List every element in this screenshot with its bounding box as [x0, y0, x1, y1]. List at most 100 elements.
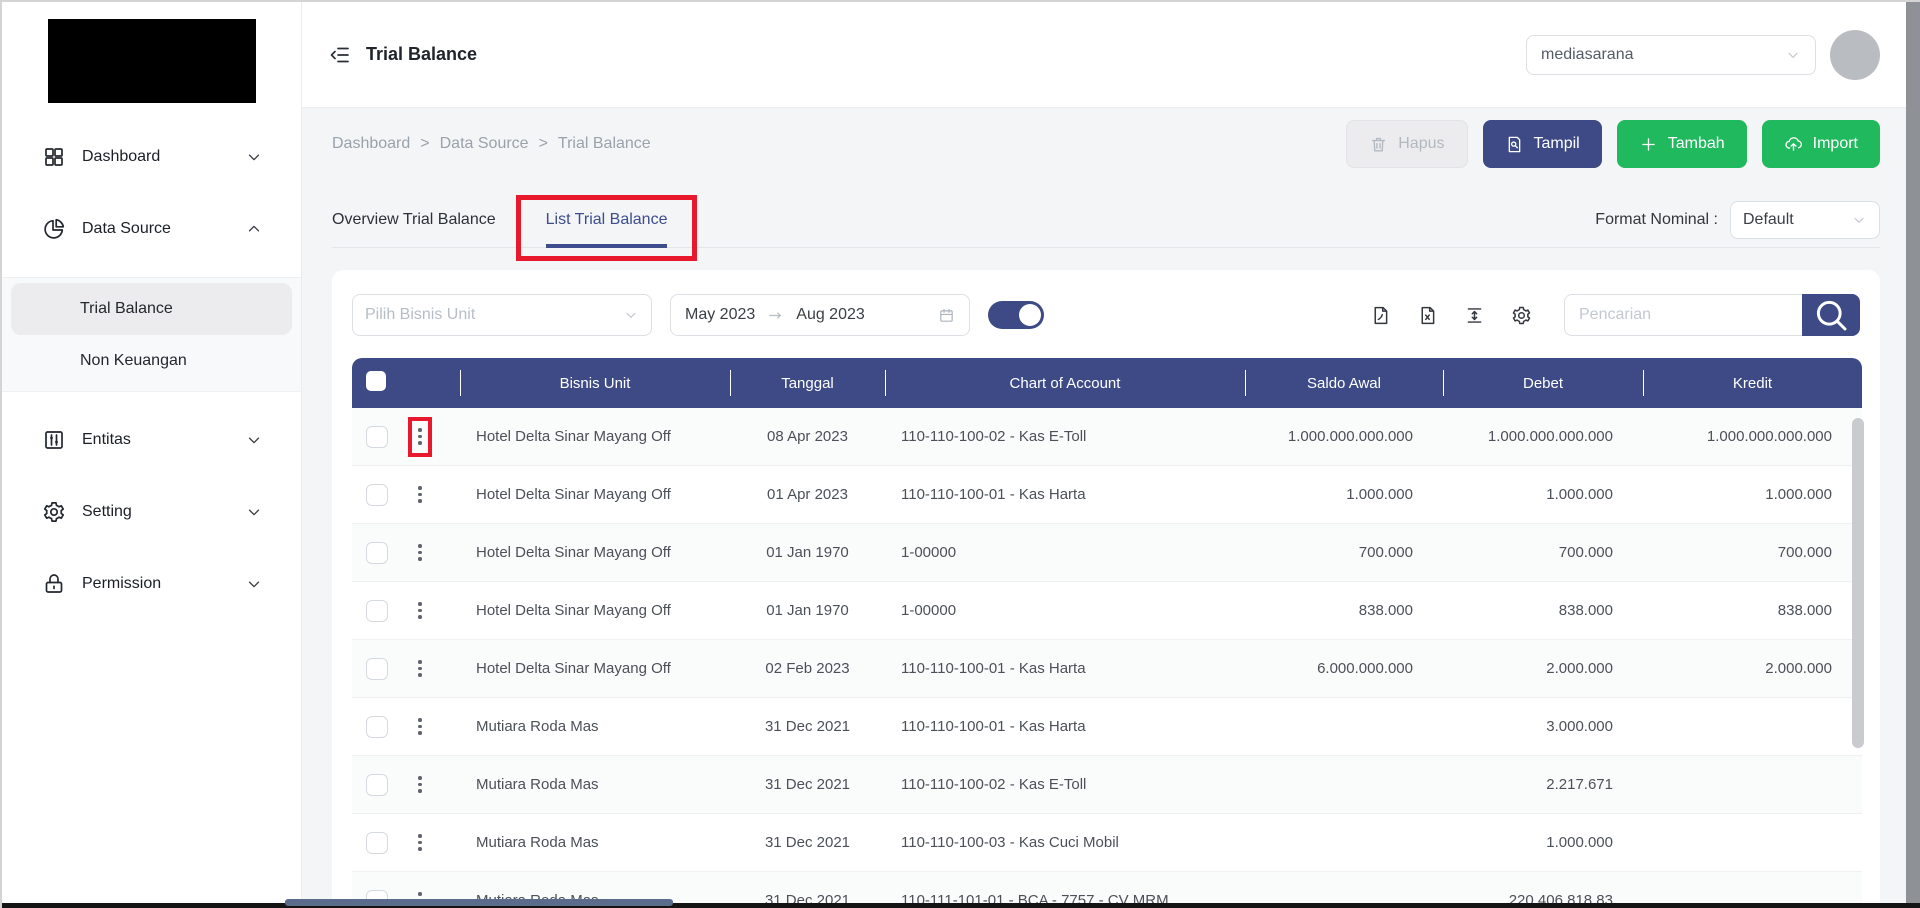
sidebar-item-label: Data Source: [82, 220, 171, 237]
col-tanggal: Tanggal: [730, 358, 885, 408]
grid-icon: [42, 145, 66, 169]
row-checkbox[interactable]: [366, 599, 388, 622]
cell-debet: 700.000: [1443, 524, 1643, 582]
horizontal-scrollbar[interactable]: [285, 899, 673, 906]
row-height-icon[interactable]: [1464, 305, 1485, 326]
select-all-checkbox[interactable]: [366, 371, 386, 391]
table-row: Hotel Delta Sinar Mayang Off 02 Feb 2023 1…: [352, 640, 1862, 698]
gear-icon: [42, 500, 66, 524]
sidebar-item-permission[interactable]: Permission: [2, 560, 301, 608]
row-actions-annotation: [408, 823, 432, 863]
tampil-label: Tampil: [1533, 135, 1580, 152]
hapus-label: Hapus: [1398, 135, 1445, 152]
bisnis-unit-select[interactable]: Pilih Bisnis Unit: [352, 294, 652, 336]
row-checkbox[interactable]: [366, 715, 388, 738]
import-button[interactable]: Import: [1761, 120, 1880, 168]
cell-bisnis-unit: Hotel Delta Sinar Mayang Off: [460, 524, 730, 582]
search-input[interactable]: [1564, 294, 1802, 336]
chevron-down-icon: [245, 503, 263, 521]
tampil-button[interactable]: Tampil: [1482, 120, 1602, 168]
table-row: Hotel Delta Sinar Mayang Off 01 Jan 1970 1…: [352, 582, 1862, 640]
cell-kredit: 838.000: [1643, 582, 1862, 640]
company-select[interactable]: mediasarana: [1526, 34, 1816, 75]
row-checkbox[interactable]: [366, 831, 388, 854]
user-avatar[interactable]: [1830, 29, 1880, 80]
file-search-icon: [1505, 135, 1524, 154]
format-nominal-value: Default: [1743, 210, 1794, 228]
col-kredit: Kredit: [1643, 358, 1862, 408]
table-row: Mutiara Roda Mas 31 Dec 2021 110-110-100-0…: [352, 814, 1862, 872]
cell-debet: 1.000.000: [1443, 466, 1643, 524]
sidebar-item-dashboard[interactable]: Dashboard: [2, 133, 301, 181]
export-pdf-icon[interactable]: [1370, 305, 1391, 326]
row-actions-kebab-icon[interactable]: [418, 718, 422, 735]
topbar: Trial Balance mediasarana: [302, 2, 1920, 108]
breadcrumb-trial-balance[interactable]: Trial Balance: [558, 135, 651, 153]
cell-saldo-awal: 1.000.000.000.000: [1245, 408, 1443, 466]
cell-saldo-awal: [1245, 698, 1443, 756]
cell-debet: 2.217.671: [1443, 756, 1643, 814]
sidebar-item-label: Dashboard: [82, 148, 161, 165]
sidebar-item-entitas[interactable]: Entitas: [2, 416, 301, 464]
date-range-picker[interactable]: May 2023 Aug 2023: [670, 294, 970, 336]
bisnis-unit-placeholder: Pilih Bisnis Unit: [365, 306, 476, 323]
row-actions-kebab-icon[interactable]: [418, 602, 422, 619]
cell-chart-of-account: 110-110-100-01 - Kas Harta: [885, 698, 1245, 756]
cell-chart-of-account: 1-00000: [885, 582, 1245, 640]
export-excel-icon[interactable]: [1417, 305, 1438, 326]
row-actions-kebab-icon[interactable]: [418, 544, 422, 561]
table-settings-icon[interactable]: [1511, 305, 1532, 326]
window-right-edge: [1906, 2, 1920, 908]
trash-icon: [1369, 135, 1388, 154]
sidebar-subitem-trial-balance[interactable]: Trial Balance: [11, 283, 292, 335]
table-vertical-scrollbar[interactable]: [1852, 418, 1864, 748]
tambah-button[interactable]: Tambah: [1616, 120, 1747, 168]
row-actions-kebab-icon[interactable]: [418, 428, 422, 445]
tab-bar: Overview Trial Balance List Trial Balanc…: [332, 192, 698, 261]
sidebar-item-setting[interactable]: Setting: [2, 488, 301, 536]
hapus-button[interactable]: Hapus: [1346, 120, 1468, 168]
row-checkbox[interactable]: [366, 483, 388, 506]
cell-kredit: 1.000.000.000.000: [1643, 408, 1862, 466]
cell-bisnis-unit: Hotel Delta Sinar Mayang Off: [460, 640, 730, 698]
sidebar-collapse-icon[interactable]: [328, 43, 352, 67]
sidebar-subitem-non-keuangan[interactable]: Non Keuangan: [2, 335, 301, 387]
row-checkbox[interactable]: [366, 425, 388, 448]
breadcrumb-data-source[interactable]: Data Source: [440, 135, 529, 153]
tambah-label: Tambah: [1667, 135, 1725, 152]
tab-list-trial-balance[interactable]: List Trial Balance: [515, 192, 698, 261]
sidebar-item-label: Permission: [82, 575, 162, 592]
row-actions-annotation: [408, 416, 432, 457]
date-start: May 2023: [685, 306, 756, 323]
cell-kredit: 700.000: [1643, 524, 1862, 582]
search-button[interactable]: [1802, 294, 1860, 336]
breadcrumb-dashboard[interactable]: Dashboard: [332, 135, 410, 153]
format-nominal-select[interactable]: Default: [1730, 200, 1880, 239]
row-actions-annotation: [408, 765, 432, 805]
row-actions-kebab-icon[interactable]: [418, 834, 422, 851]
row-actions-kebab-icon[interactable]: [418, 776, 422, 793]
row-checkbox[interactable]: [366, 541, 388, 564]
cell-kredit: [1643, 756, 1862, 814]
sidebar-item-label: Setting: [82, 503, 132, 520]
cell-tanggal: 08 Apr 2023: [730, 408, 885, 466]
filter-toggle[interactable]: [988, 301, 1044, 329]
chevron-down-icon: [245, 431, 263, 449]
row-checkbox[interactable]: [366, 657, 388, 680]
row-checkbox[interactable]: [366, 773, 388, 796]
row-actions-kebab-icon[interactable]: [418, 660, 422, 677]
tab-overview-trial-balance[interactable]: Overview Trial Balance: [332, 192, 496, 247]
cell-debet: 1.000.000: [1443, 814, 1643, 872]
cell-tanggal: 01 Jan 1970: [730, 582, 885, 640]
row-actions-kebab-icon[interactable]: [418, 486, 422, 503]
tab-list-trial-balance-label: List Trial Balance: [545, 210, 668, 228]
cell-debet: 1.000.000.000.000: [1443, 408, 1643, 466]
cell-kredit: 2.000.000: [1643, 640, 1862, 698]
sidebar-nav: Dashboard Data Source Trial Balance Non Keu…: [2, 133, 301, 608]
chevron-up-icon: [245, 220, 263, 238]
cell-chart-of-account: 110-110-100-01 - Kas Harta: [885, 640, 1245, 698]
cell-tanggal: 01 Apr 2023: [730, 466, 885, 524]
cell-debet: 3.000.000: [1443, 698, 1643, 756]
sidebar-item-data-source[interactable]: Data Source: [2, 205, 301, 253]
chevron-down-icon: [245, 575, 263, 593]
